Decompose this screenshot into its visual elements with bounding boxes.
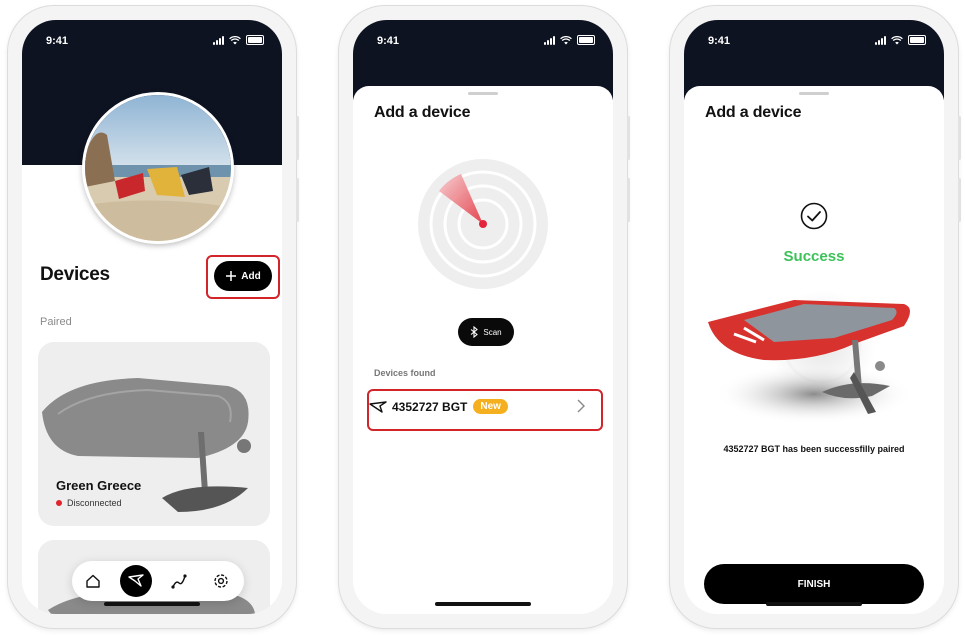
signal-icon — [544, 35, 555, 45]
notch — [427, 20, 539, 46]
add-device-button[interactable]: Add — [214, 261, 272, 291]
wifi-icon — [891, 35, 903, 44]
device-status-text: Disconnected — [67, 498, 122, 508]
sheet-grabber[interactable] — [468, 92, 498, 95]
add-button-label: Add — [241, 270, 261, 282]
sheet-title: Add a device — [705, 104, 802, 121]
paired-message: 4352727 BGT has been successfilly paired — [723, 444, 905, 454]
battery-icon — [577, 35, 595, 45]
nav-devices[interactable] — [120, 565, 152, 597]
device-id: 4352727 BGT — [392, 399, 468, 414]
found-device-row[interactable]: 4352727 BGT New — [369, 389, 597, 424]
devices-found-label: Devices found — [374, 368, 436, 378]
notch — [96, 20, 208, 46]
phone-devices: 9:41 Devices Add Paired Green Greece Dis… — [8, 6, 299, 628]
phone-success: 9:41 Add a device Success 4352727 BGT ha… — [670, 6, 961, 628]
sheet-title: Add a device — [374, 104, 471, 121]
wifi-icon — [229, 35, 241, 44]
status-time: 9:41 — [377, 35, 400, 47]
wifi-icon — [560, 35, 572, 44]
devices-screen: 9:41 Devices Add Paired Green Greece Dis… — [22, 20, 282, 614]
plus-icon — [226, 271, 237, 281]
foil-icon — [128, 574, 144, 587]
routes-icon — [171, 574, 187, 589]
scan-button[interactable]: Scan — [458, 318, 514, 346]
battery-icon — [246, 35, 264, 45]
foilboard-image — [708, 290, 914, 424]
bottom-sheet: Add a device Scan Devices found 4352727 … — [353, 86, 613, 614]
device-status: Disconnected — [56, 498, 122, 508]
settings-icon — [214, 574, 228, 588]
signal-icon — [875, 35, 886, 45]
scan-screen: 9:41 Add a device Scan Devices found 435… — [353, 20, 613, 614]
bluetooth-icon — [471, 326, 479, 338]
foil-icon — [369, 400, 387, 413]
nav-routes[interactable] — [162, 561, 196, 601]
home-indicator — [766, 602, 862, 606]
check-circle-icon — [800, 202, 828, 230]
success-screen: 9:41 Add a device Success 4352727 BGT ha… — [684, 20, 944, 614]
nav-settings[interactable] — [204, 561, 238, 601]
new-badge: New — [473, 399, 508, 414]
home-icon — [86, 574, 100, 588]
bottom-nav — [72, 561, 244, 601]
sheet-grabber[interactable] — [799, 92, 829, 95]
status-time: 9:41 — [46, 35, 69, 47]
status-dot — [56, 500, 62, 506]
chevron-right-icon — [577, 399, 585, 413]
home-indicator — [104, 602, 200, 606]
radar-animation — [418, 159, 548, 289]
phone-scan: 9:41 Add a device Scan Devices found 435… — [339, 6, 630, 628]
notch — [758, 20, 870, 46]
finish-button[interactable]: FINISH — [704, 564, 924, 604]
nav-home[interactable] — [76, 561, 110, 601]
battery-icon — [908, 35, 926, 45]
beach-photo — [85, 95, 231, 241]
scan-label: Scan — [483, 327, 502, 337]
avatar[interactable] — [82, 92, 234, 244]
bottom-sheet: Add a device Success 4352727 BGT has bee… — [684, 86, 944, 614]
success-title: Success — [783, 248, 845, 265]
signal-icon — [213, 35, 224, 45]
home-indicator — [435, 602, 531, 606]
status-time: 9:41 — [708, 35, 731, 47]
page-title: Devices — [40, 264, 110, 285]
device-name: Green Greece — [56, 478, 142, 493]
paired-section-label: Paired — [40, 316, 72, 328]
device-card[interactable]: Green Greece Disconnected — [38, 342, 270, 526]
